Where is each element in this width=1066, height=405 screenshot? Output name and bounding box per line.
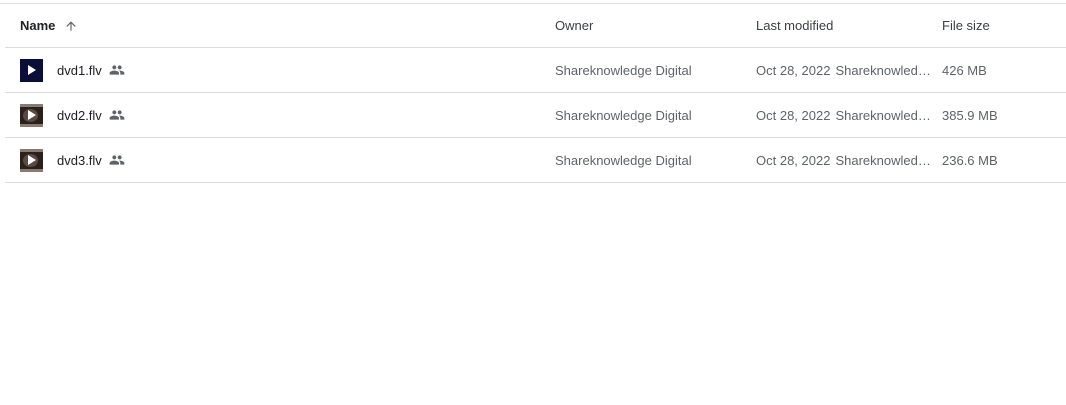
column-header-name[interactable]: Name <box>20 4 540 47</box>
modified-date: Oct 28, 2022 <box>756 152 831 168</box>
people-icon <box>109 152 125 168</box>
video-thumbnail-icon <box>20 58 43 82</box>
column-header-owner[interactable]: Owner <box>555 4 745 47</box>
arrow-up-icon[interactable] <box>64 19 78 33</box>
file-name-cell[interactable]: dvd2.flv <box>20 93 540 137</box>
modified-by: Shareknowledge Digital <box>835 152 936 168</box>
file-name-cell[interactable]: dvd1.flv <box>20 48 540 92</box>
owner-cell: Shareknowledge Digital <box>555 62 692 78</box>
column-header-name-label: Name <box>20 18 56 33</box>
modified-date: Oct 28, 2022 <box>756 107 831 123</box>
last-modified-cell: Oct 28, 2022 Shareknowledge Digital <box>756 93 936 137</box>
modified-by: Shareknowledge Digital <box>835 107 936 123</box>
last-modified-cell: Oct 28, 2022 Shareknowledge Digital <box>756 138 936 182</box>
table-row[interactable]: dvd3.flv Shareknowledge Digital Oct 28, … <box>5 138 1066 183</box>
last-modified-cell: Oct 28, 2022 Shareknowledge Digital <box>756 48 936 92</box>
file-size-cell: 236.6 MB <box>942 152 998 168</box>
play-icon <box>28 109 36 120</box>
owner-cell: Shareknowledge Digital <box>555 107 692 123</box>
play-icon <box>28 154 36 165</box>
column-header-file-size[interactable]: File size <box>942 4 1062 47</box>
video-thumbnail-icon <box>20 103 43 127</box>
table-row[interactable]: dvd2.flv Shareknowledge Digital Oct 28, … <box>5 93 1066 138</box>
file-list-table: Name Owner Last modified File size dvd1.… <box>5 4 1066 183</box>
file-name[interactable]: dvd3.flv <box>57 153 102 168</box>
file-size-cell: 426 MB <box>942 62 987 78</box>
file-name-cell[interactable]: dvd3.flv <box>20 138 540 182</box>
table-header-row: Name Owner Last modified File size <box>5 4 1066 48</box>
file-size-cell: 385.9 MB <box>942 107 998 123</box>
owner-cell: Shareknowledge Digital <box>555 152 692 168</box>
modified-date: Oct 28, 2022 <box>756 62 831 78</box>
file-name[interactable]: dvd2.flv <box>57 108 102 123</box>
people-icon <box>109 62 125 78</box>
file-name[interactable]: dvd1.flv <box>57 63 102 78</box>
people-icon <box>109 107 125 123</box>
column-header-last-modified[interactable]: Last modified <box>756 4 936 47</box>
table-row[interactable]: dvd1.flv Shareknowledge Digital Oct 28, … <box>5 48 1066 93</box>
play-icon <box>28 64 36 75</box>
modified-by: Shareknowledge Digital <box>835 62 936 78</box>
video-thumbnail-icon <box>20 148 43 172</box>
